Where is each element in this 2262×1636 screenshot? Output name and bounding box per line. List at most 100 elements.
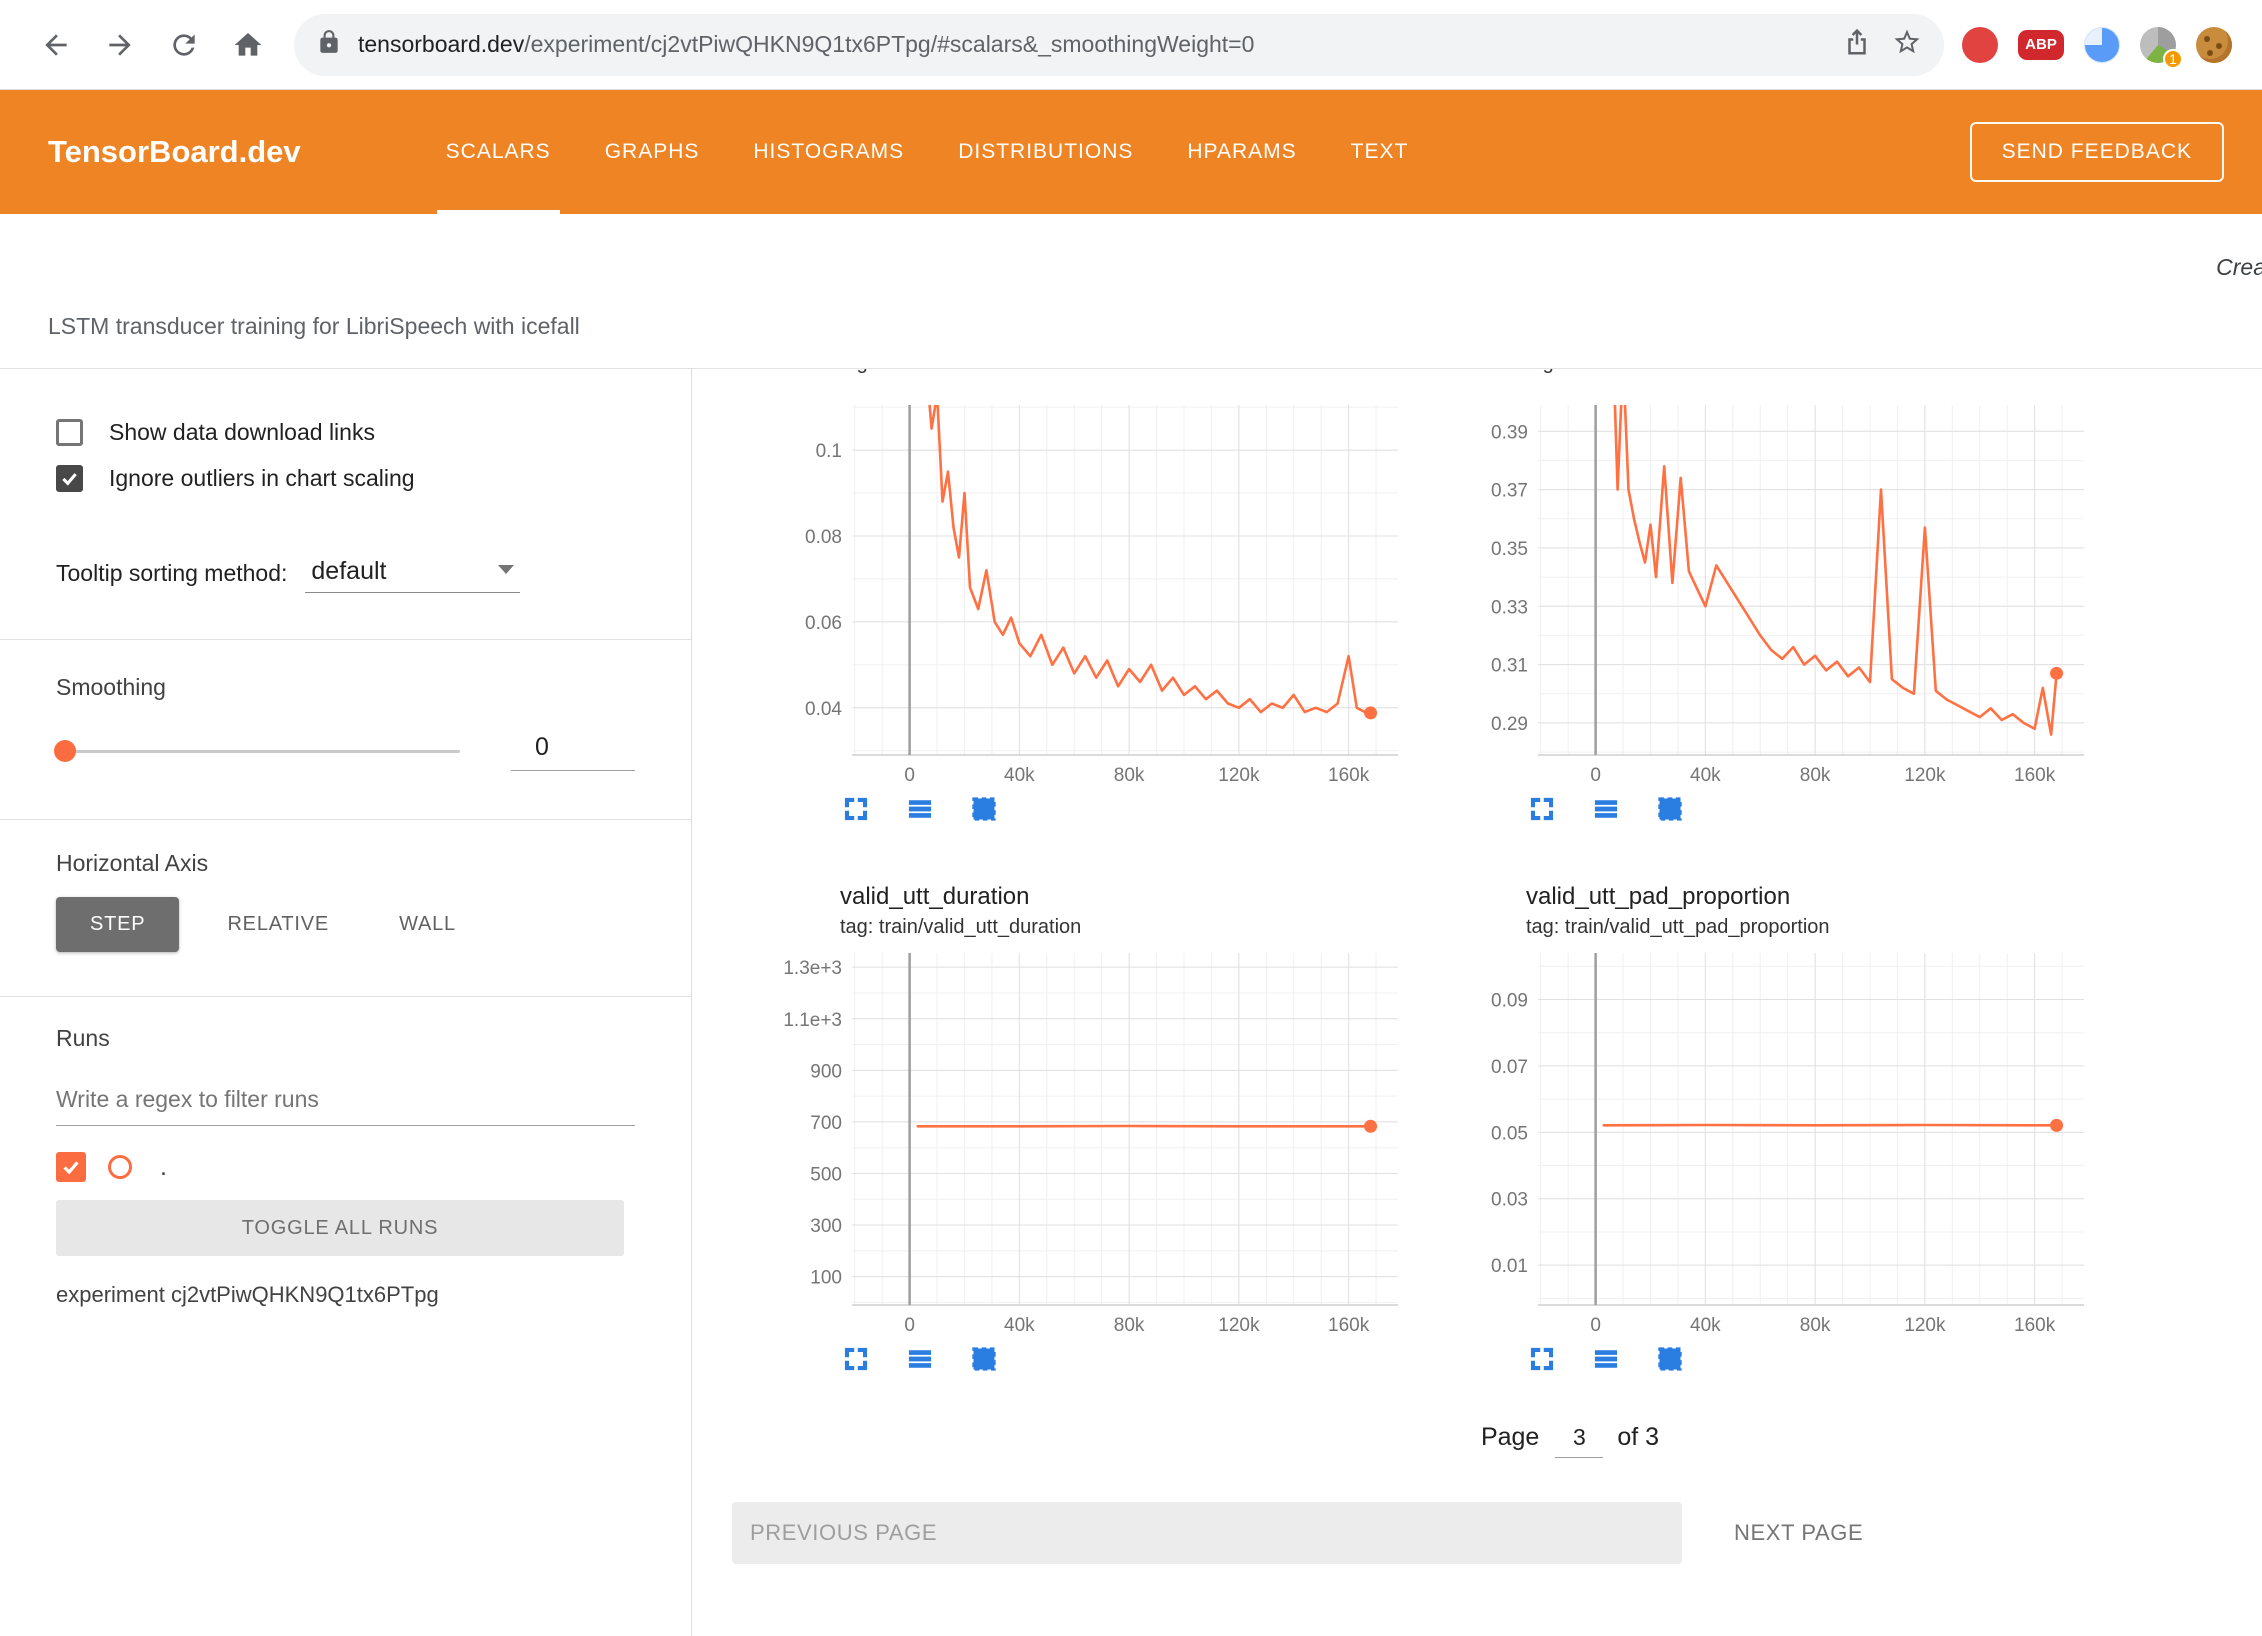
checkbox-checked-icon[interactable] [56,465,83,492]
expand-chart-icon[interactable] [840,793,872,825]
chart-tag: tag: train/valid_utt_duration [840,913,1412,941]
tab-text[interactable]: TEXT [1324,90,1436,214]
slider-thumb[interactable] [54,740,76,762]
tab-hparams[interactable]: HPARAMS [1160,90,1323,214]
svg-text:0.35: 0.35 [1491,539,1528,560]
back-icon[interactable] [36,25,76,65]
address-bar[interactable]: tensorboard.dev/experiment/cj2vtPiwQHKN9… [294,14,1944,76]
tab-graphs[interactable]: GRAPHS [578,90,727,214]
cookie-extension-icon[interactable] [2196,27,2232,63]
bookmark-star-icon[interactable] [1892,27,1922,62]
svg-text:40k: 40k [1004,765,1035,785]
url-path: /experiment/cj2vtPiwQHKN9Q1tx6PTpg/#scal… [524,31,1254,57]
horizontal-axis-label: Horizontal Axis [56,850,635,877]
line-chart[interactable]: 040k80k120k160k1.3e+31.1e+39007005003001… [782,941,1412,1335]
share-icon[interactable] [1842,27,1872,62]
axis-wall-button[interactable]: WALL [377,897,478,952]
svg-text:120k: 120k [1904,1315,1946,1335]
run-color-circle-icon[interactable] [108,1155,132,1179]
axis-relative-button[interactable]: RELATIVE [205,897,351,952]
forward-icon[interactable] [100,25,140,65]
svg-text:80k: 80k [1800,1315,1831,1335]
chart-tag: tag: train/valid_utt_pad_proportion [1526,913,2098,941]
divider [0,639,691,640]
expand-chart-icon[interactable] [1526,1343,1558,1375]
axis-step-button[interactable]: STEP [56,897,179,952]
tensorboard-header: TensorBoard.dev SCALARS GRAPHS HISTOGRAM… [0,90,2262,214]
data-lines-icon[interactable] [1590,1343,1622,1375]
previous-page-button[interactable]: PREVIOUS PAGE [732,1502,1682,1564]
svg-text:40k: 40k [1690,765,1721,785]
send-feedback-button[interactable]: SEND FEEDBACK [1970,122,2224,182]
svg-text:300: 300 [810,1216,842,1237]
settings-sidebar: Show data download links Ignore outliers… [0,369,692,1636]
smoothing-value-input[interactable]: 0 [511,731,635,771]
blue-extension-icon[interactable] [2084,27,2120,63]
svg-text:0: 0 [904,765,915,785]
svg-text:0.01: 0.01 [1491,1256,1528,1277]
abp-extension-icon[interactable]: ABP [2018,30,2064,60]
fit-domain-icon[interactable] [968,793,1000,825]
svg-text:0.06: 0.06 [805,613,842,634]
tab-scalars[interactable]: SCALARS [419,90,578,214]
chart-card-valid-utt-duration: valid_utt_duration tag: train/valid_utt_… [782,881,1412,1375]
expand-chart-icon[interactable] [840,1343,872,1375]
fit-domain-icon[interactable] [1654,1343,1686,1375]
main-tabs: SCALARS GRAPHS HISTOGRAMS DISTRIBUTIONS … [419,90,1436,214]
svg-text:0.09: 0.09 [1491,990,1528,1011]
svg-text:160k: 160k [2014,765,2056,785]
tooltip-sorting-dropdown[interactable]: default [305,557,520,593]
notification-badge: 1 [2163,49,2183,69]
svg-text:0.04: 0.04 [805,699,842,720]
refresh-icon[interactable] [164,25,204,65]
data-lines-icon[interactable] [904,793,936,825]
show-download-links-checkbox[interactable]: Show data download links [56,409,635,455]
svg-text:0.08: 0.08 [805,527,842,548]
home-icon[interactable] [228,25,268,65]
fit-domain-icon[interactable] [1654,793,1686,825]
tab-distributions[interactable]: DISTRIBUTIONS [931,90,1160,214]
next-page-button[interactable]: NEXT PAGE [1716,1504,1881,1562]
svg-text:1.3e+3: 1.3e+3 [783,958,842,979]
app-logo: TensorBoard.dev [0,90,301,214]
page-of-label: of 3 [1617,1423,1659,1452]
run-name: . [160,1153,167,1182]
tab-histograms[interactable]: HISTOGRAMS [726,90,931,214]
runs-label: Runs [56,1025,635,1052]
chart-title: valid_utt_duration [840,881,1412,913]
toggle-all-runs-button[interactable]: TOGGLE ALL RUNS [56,1200,624,1256]
profile-avatar-icon[interactable]: 1 [2140,27,2176,63]
svg-text:0.33: 0.33 [1491,597,1528,618]
line-chart[interactable]: 040k80k120k160k0.10.080.060.04 [782,377,1412,785]
svg-text:0.07: 0.07 [1491,1057,1528,1078]
line-chart[interactable]: 040k80k120k160k0.090.070.050.030.01 [1468,941,2098,1335]
svg-text:0.31: 0.31 [1491,656,1528,677]
expand-chart-icon[interactable] [1526,793,1558,825]
smoothing-slider[interactable] [56,750,460,753]
svg-text:120k: 120k [1218,1315,1260,1335]
dropdown-value: default [311,557,474,586]
charts-panel: tag: train/… 040k80k120k160k0.10.080.060… [692,369,2262,1636]
svg-text:80k: 80k [1114,1315,1145,1335]
runs-filter-input[interactable] [56,1080,635,1126]
svg-text:0.29: 0.29 [1491,714,1528,735]
checkbox-label: Ignore outliers in chart scaling [109,465,415,492]
ignore-outliers-checkbox[interactable]: Ignore outliers in chart scaling [56,455,635,501]
svg-text:80k: 80k [1800,765,1831,785]
svg-text:0.05: 0.05 [1491,1123,1528,1144]
data-lines-icon[interactable] [904,1343,936,1375]
pagination: Page of 3 [912,1423,2228,1458]
extensions-area: ABP 1 [1962,27,2232,63]
url-domain: tensorboard.dev [358,31,524,57]
fit-domain-icon[interactable] [968,1343,1000,1375]
svg-text:0: 0 [1590,1315,1601,1335]
data-lines-icon[interactable] [1590,793,1622,825]
experiment-subheader: Crea LSTM transducer training for LibriS… [0,214,2262,368]
line-chart[interactable]: 040k80k120k160k0.390.370.350.330.310.29 [1468,377,2098,785]
svg-text:700: 700 [810,1113,842,1134]
page-number-input[interactable] [1555,1424,1603,1458]
run-checkbox-checked-icon[interactable] [56,1152,86,1182]
checkbox-unchecked-icon[interactable] [56,419,83,446]
chart-card-cropped-2: tag: train/… 040k80k120k160k0.390.370.35… [1468,369,2098,825]
adblock-extension-icon[interactable] [1962,27,1998,63]
